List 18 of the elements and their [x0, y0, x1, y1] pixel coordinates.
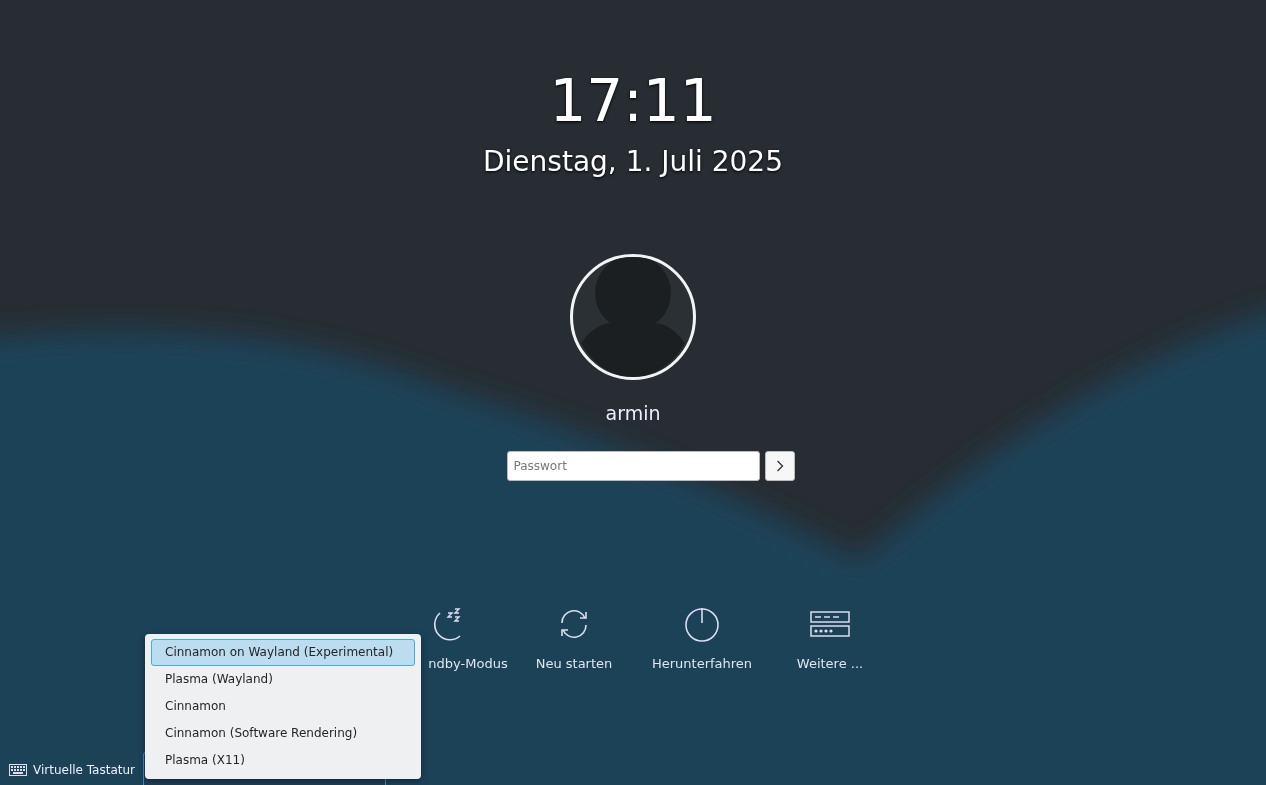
clock-time: 17:11: [549, 66, 717, 136]
keyboard-icon: [9, 764, 27, 776]
session-menu-item[interactable]: Cinnamon (Software Rendering): [151, 720, 415, 747]
session-menu-item[interactable]: Cinnamon on Wayland (Experimental): [151, 639, 415, 666]
password-field[interactable]: Passwort: [506, 451, 760, 481]
session-menu-item[interactable]: Plasma (Wayland): [151, 666, 415, 693]
power-icon: [684, 606, 720, 642]
virtual-keyboard-button[interactable]: Virtuelle Tastatur: [9, 758, 136, 782]
session-menu-item[interactable]: Plasma (X11): [151, 747, 415, 774]
username: armin: [605, 401, 661, 426]
action-label[interactable]: Weitere ...: [796, 655, 864, 673]
session-menu-item[interactable]: Cinnamon: [151, 693, 415, 720]
date-text: Dienstag, 1. Juli 2025: [483, 144, 783, 180]
login-button[interactable]: [764, 451, 795, 481]
action-label[interactable]: ndby-Modus: [428, 655, 508, 673]
chevron-right-icon: [775, 460, 784, 472]
action-label[interactable]: Neu starten: [535, 655, 613, 673]
action-label[interactable]: Herunterfahren: [651, 655, 753, 673]
